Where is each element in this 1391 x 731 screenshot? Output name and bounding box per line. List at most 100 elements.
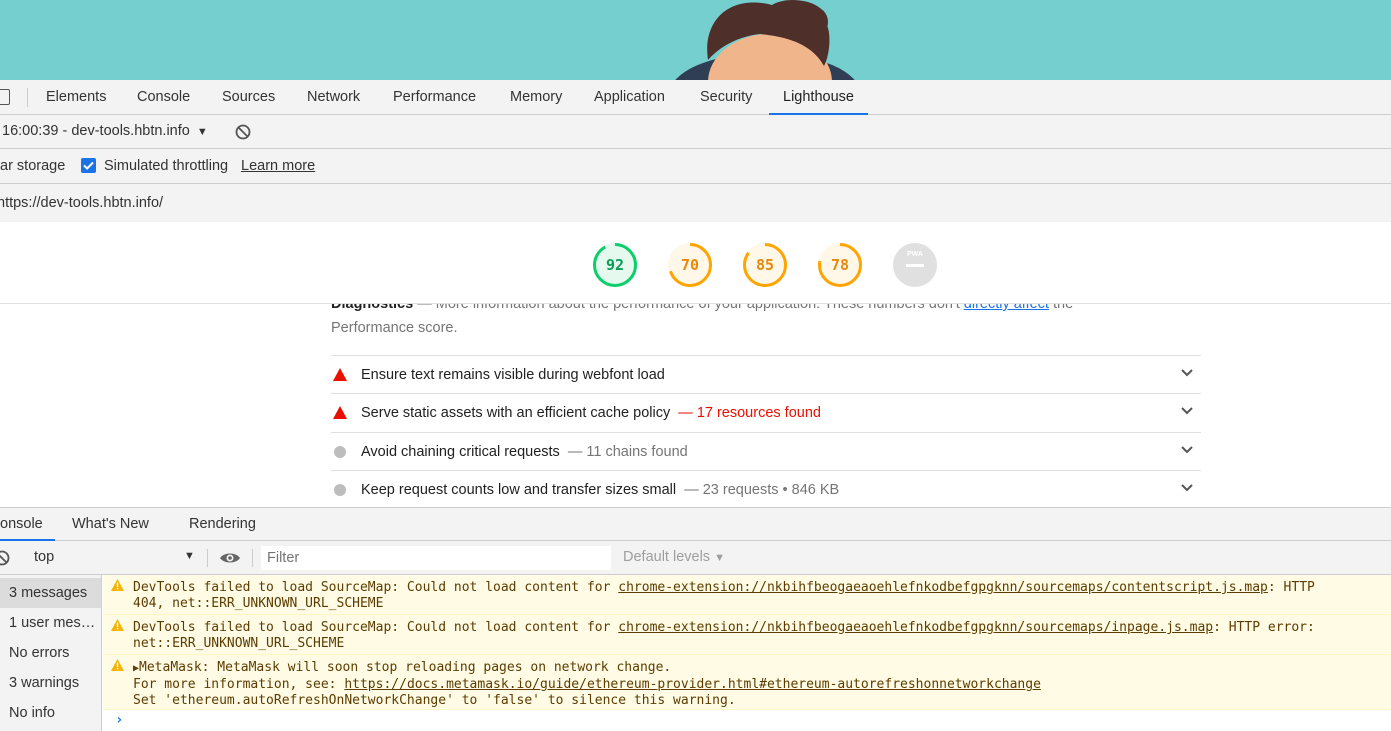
console-toolbar: top ▼ Default levels ▼ — [0, 541, 1391, 575]
learn-more-link[interactable]: Learn more — [241, 158, 315, 174]
audit-title: Avoid chaining critical requests — 11 ch… — [361, 444, 688, 460]
performance-score-gauge[interactable]: 92 — [592, 242, 638, 288]
chevron-down-icon: ▼ — [196, 126, 208, 138]
report-url-bar: https://dev-tools.hbtn.info/ — [0, 184, 1391, 222]
lighthouse-options-row: ar storage Simulated throttling Learn mo… — [0, 149, 1391, 184]
context-selector[interactable]: top ▼ — [26, 541, 198, 574]
lighthouse-report: Diagnostics — More information about the… — [0, 304, 1391, 507]
audit-title: Keep request counts low and transfer siz… — [361, 482, 840, 498]
sidebar-item-errors[interactable]: No errors — [0, 638, 101, 668]
filter-input[interactable] — [261, 546, 611, 570]
tab-lighthouse[interactable]: Lighthouse — [769, 80, 868, 115]
info-circle-icon — [334, 484, 346, 496]
directly-affect-link[interactable]: directly affect — [964, 304, 1049, 312]
sidebar-item-messages[interactable]: 3 messages — [0, 578, 101, 608]
diagnostics-description: Diagnostics — More information about the… — [331, 304, 1161, 340]
audit-detail: — 23 requests • 846 KB — [680, 482, 840, 498]
toolbar-divider — [27, 88, 28, 107]
drawer-tab-whats-new[interactable]: What's New — [72, 508, 149, 541]
report-selector[interactable]: 16:00:39 - dev-tools.hbtn.info ▼ — [2, 123, 208, 139]
warning-icon — [111, 659, 124, 671]
pwa-icon — [893, 243, 937, 287]
seo-score: 78 — [830, 256, 850, 274]
metamask-docs-link[interactable]: https://docs.metamask.io/guide/ethereum-… — [344, 677, 1041, 692]
sidebar-item-warnings[interactable]: 3 warnings — [0, 668, 101, 698]
drawer-tab-rendering[interactable]: Rendering — [189, 508, 256, 541]
clear-storage-label: ar storage — [0, 158, 66, 174]
chevron-down-icon[interactable] — [1181, 369, 1193, 377]
audit-row[interactable]: Ensure text remains visible during webfo… — [331, 355, 1201, 393]
sidebar-item-info[interactable]: No info — [0, 698, 101, 728]
simulated-throttling-checkbox[interactable] — [81, 158, 96, 173]
tab-console[interactable]: Console — [137, 80, 190, 115]
console-warning-message[interactable]: DevTools failed to load SourceMap: Could… — [103, 615, 1391, 655]
console-messages: DevTools failed to load SourceMap: Could… — [103, 575, 1391, 731]
best-practices-score-gauge[interactable]: 85 — [742, 242, 788, 288]
console-prompt-icon[interactable]: › — [115, 712, 123, 728]
seo-score-gauge[interactable]: 78 — [817, 242, 863, 288]
tab-elements[interactable]: Elements — [46, 80, 106, 115]
audit-title: Ensure text remains visible during webfo… — [361, 367, 665, 383]
audit-row[interactable]: Serve static assets with an efficient ca… — [331, 393, 1201, 431]
tab-application[interactable]: Application — [594, 80, 665, 115]
toolbar-divider — [252, 549, 253, 567]
diagnostics-line2: Performance score. — [331, 320, 458, 336]
audit-detail: — 11 chains found — [563, 444, 688, 460]
info-circle-icon — [334, 446, 346, 458]
chevron-down-icon[interactable] — [1181, 484, 1193, 492]
tab-security[interactable]: Security — [700, 80, 752, 115]
diagnostics-text: More information about the performance o… — [435, 304, 960, 312]
tab-memory[interactable]: Memory — [510, 80, 562, 115]
toolbar-divider — [207, 549, 208, 567]
score-gauges: 92 70 85 78 PWA — [0, 222, 1391, 304]
message-text: DevTools failed to load SourceMap: Could… — [133, 620, 1315, 651]
tab-network[interactable]: Network — [307, 80, 360, 115]
clear-all-icon[interactable] — [235, 124, 251, 140]
clear-console-icon[interactable] — [0, 550, 10, 566]
report-url: https://dev-tools.hbtn.info/ — [0, 195, 164, 211]
console-warning-message[interactable]: ▶MetaMask: MetaMask will soon stop reloa… — [103, 655, 1391, 710]
tab-performance[interactable]: Performance — [393, 80, 476, 115]
page-header-illustration — [0, 0, 1391, 80]
performance-score: 92 — [605, 256, 625, 274]
warning-icon — [111, 619, 124, 631]
console-warning-message[interactable]: DevTools failed to load SourceMap: Could… — [103, 575, 1391, 615]
sidebar-item-user-messages[interactable]: 1 user mes… — [0, 608, 101, 638]
inspect-element-icon[interactable] — [0, 89, 10, 105]
chevron-down-icon[interactable] — [1181, 407, 1193, 415]
context-label: top — [34, 549, 55, 565]
avatar — [675, 0, 855, 80]
drawer-tab-console[interactable]: onsole — [0, 508, 55, 541]
fail-triangle-icon — [333, 368, 347, 381]
warning-icon — [111, 579, 124, 591]
chevron-down-icon[interactable] — [1181, 446, 1193, 454]
message-text: ▶MetaMask: MetaMask will soon stop reloa… — [133, 660, 1041, 708]
eye-icon[interactable] — [219, 551, 241, 565]
accessibility-score-gauge[interactable]: 70 — [667, 242, 713, 288]
best-practices-score: 85 — [755, 256, 775, 274]
default-levels-dropdown[interactable]: Default levels ▼ — [623, 549, 725, 565]
pwa-badge[interactable]: PWA — [892, 242, 938, 288]
accessibility-score: 70 — [680, 256, 700, 274]
drawer-tab-bar: onsole What's New Rendering — [0, 507, 1391, 541]
report-selector-label: 16:00:39 - dev-tools.hbtn.info — [2, 123, 190, 139]
em-dash: — — [417, 304, 436, 312]
diagnostics-heading: Diagnostics — [331, 304, 414, 312]
source-map-link[interactable]: chrome-extension://nkbihfbeogaeaoehlefnk… — [618, 580, 1268, 595]
audit-detail: — 17 resources found — [674, 405, 821, 421]
pwa-label: PWA — [907, 251, 923, 258]
devtools-tab-bar: Elements Console Sources Network Perform… — [0, 80, 1391, 115]
diagnostics-text-tail: the — [1052, 304, 1074, 312]
audit-row[interactable]: Keep request counts low and transfer siz… — [331, 470, 1201, 507]
console-sidebar: 3 messages 1 user mes… No errors 3 warni… — [0, 575, 102, 731]
fail-triangle-icon — [333, 406, 347, 419]
audit-title: Serve static assets with an efficient ca… — [361, 405, 821, 421]
source-map-link[interactable]: chrome-extension://nkbihfbeogaeaoehlefnk… — [618, 620, 1213, 635]
audit-row[interactable]: Avoid chaining critical requests — 11 ch… — [331, 432, 1201, 470]
tab-sources[interactable]: Sources — [222, 80, 275, 115]
simulated-throttling-label: Simulated throttling — [104, 158, 229, 174]
chevron-down-icon: ▼ — [714, 552, 725, 564]
default-levels-label: Default levels — [623, 549, 711, 565]
checkmark-icon — [83, 161, 94, 170]
lighthouse-toolbar: 16:00:39 - dev-tools.hbtn.info ▼ — [0, 115, 1391, 149]
